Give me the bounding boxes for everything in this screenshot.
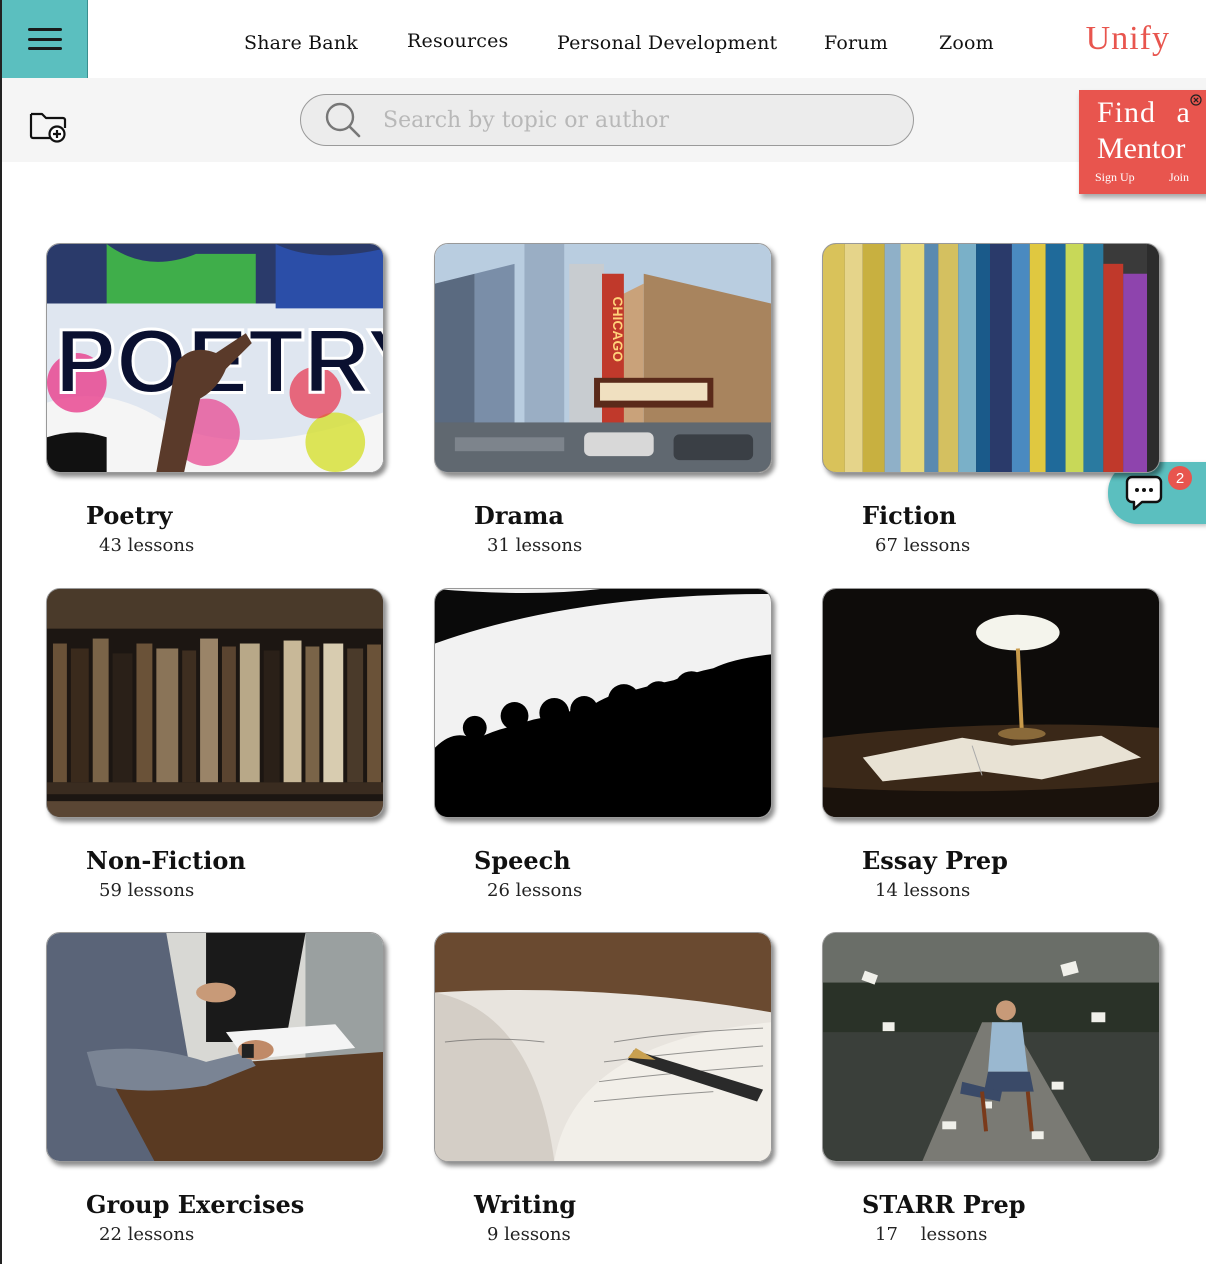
mentor-sign-up-link[interactable]: Sign Up xyxy=(1095,170,1135,185)
lesson-count: 43 lessons xyxy=(99,535,195,556)
notification-badge: 2 xyxy=(1168,466,1192,490)
nav-personal-development[interactable]: Personal Development xyxy=(557,32,777,54)
nav-share-bank[interactable]: Share Bank xyxy=(244,32,358,54)
lesson-count: 14 lessons xyxy=(875,880,971,901)
speech-image xyxy=(434,588,772,818)
menu-button[interactable] xyxy=(2,0,88,78)
category-title: Fiction xyxy=(862,501,957,530)
category-title: STARR Prep xyxy=(862,1190,1026,1219)
lesson-count: 9 lessons xyxy=(487,1224,571,1245)
category-title: Essay Prep xyxy=(862,846,1008,875)
group-exercises-image xyxy=(46,932,384,1162)
starr-prep-image xyxy=(822,932,1160,1162)
lesson-count: 22 lessons xyxy=(99,1224,195,1245)
category-card-speech[interactable]: Speech 26 lessons xyxy=(434,588,774,901)
non-fiction-image xyxy=(46,588,384,818)
category-card-group-exercises[interactable]: Group Exercises 22 lessons xyxy=(46,932,386,1245)
poetry-image: POETRY xyxy=(46,243,384,473)
search-icon[interactable] xyxy=(323,100,363,140)
nav-resources[interactable]: Resources xyxy=(407,30,509,52)
category-card-non-fiction[interactable]: Non-Fiction 59 lessons xyxy=(46,588,386,901)
category-title: Drama xyxy=(474,501,564,530)
category-card-writing[interactable]: Writing 9 lessons xyxy=(434,932,774,1245)
search-bar xyxy=(300,94,914,146)
lesson-count: 67 lessons xyxy=(875,535,971,556)
category-card-fiction[interactable]: Fiction 67 lessons xyxy=(822,243,1162,556)
lesson-count: 17 lessons xyxy=(875,1224,988,1245)
chat-icon xyxy=(1125,475,1163,511)
writing-image xyxy=(434,932,772,1162)
lesson-count: 26 lessons xyxy=(487,880,583,901)
svg-text:CHICAGO: CHICAGO xyxy=(610,297,626,363)
mentor-title-line1: Find a xyxy=(1097,96,1191,129)
mentor-join-link[interactable]: Join xyxy=(1169,170,1189,185)
category-card-starr-prep[interactable]: STARR Prep 17 lessons xyxy=(822,932,1162,1245)
category-title: Poetry xyxy=(86,501,173,530)
close-icon[interactable] xyxy=(1190,94,1202,106)
toolbar xyxy=(2,78,1206,162)
lesson-count: 31 lessons xyxy=(487,535,583,556)
category-title: Non-Fiction xyxy=(86,846,246,875)
mentor-title-line2: Mentor xyxy=(1097,132,1186,165)
nav-forum[interactable]: Forum xyxy=(824,32,888,54)
lesson-count: 59 lessons xyxy=(99,880,195,901)
category-card-drama[interactable]: CHICAGO Drama 31 lessons xyxy=(434,243,774,556)
folder-add-icon[interactable] xyxy=(28,108,68,144)
hamburger-icon xyxy=(27,28,62,50)
category-title: Writing xyxy=(474,1190,577,1219)
category-title: Group Exercises xyxy=(86,1190,305,1219)
category-card-poetry[interactable]: POETRY Poetry 43 lessons xyxy=(46,243,386,556)
nav-zoom[interactable]: Zoom xyxy=(939,32,994,54)
brand-logo[interactable]: Unify xyxy=(1086,20,1170,58)
category-title: Speech xyxy=(474,846,571,875)
drama-image: CHICAGO xyxy=(434,243,772,473)
find-a-mentor-panel[interactable]: Find a Mentor Sign Up Join xyxy=(1079,90,1206,194)
search-input[interactable] xyxy=(383,107,883,133)
top-navigation: Share Bank Resources Personal Developmen… xyxy=(88,0,1206,78)
fiction-image xyxy=(822,243,1160,473)
essay-prep-image xyxy=(822,588,1160,818)
category-card-essay-prep[interactable]: Essay Prep 14 lessons xyxy=(822,588,1162,901)
